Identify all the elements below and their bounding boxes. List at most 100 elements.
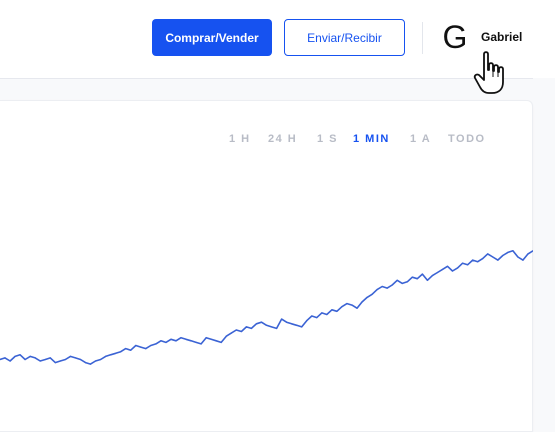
price-point <box>265 324 268 326</box>
price-point <box>446 265 449 267</box>
price-point <box>100 358 102 361</box>
price-point <box>14 355 16 357</box>
price-point <box>381 285 383 288</box>
price-point <box>441 268 444 270</box>
price-point <box>105 355 107 357</box>
price-point <box>230 332 232 334</box>
price-point <box>482 258 484 260</box>
price-point <box>497 259 499 261</box>
price-point <box>130 349 132 351</box>
price-point <box>215 340 217 342</box>
price-point <box>477 261 479 263</box>
price-point <box>311 315 313 317</box>
price-point <box>431 275 433 277</box>
price-point <box>175 340 177 342</box>
price-point <box>366 296 368 298</box>
price-point <box>160 340 162 342</box>
price-point <box>411 276 413 278</box>
price-point <box>24 358 26 361</box>
price-point <box>361 301 363 303</box>
price-point <box>331 309 333 311</box>
price-series-line <box>0 250 533 365</box>
price-point <box>74 357 76 359</box>
price-point <box>235 329 237 331</box>
price-point <box>140 346 142 348</box>
price-point <box>260 321 263 323</box>
price-point <box>396 279 398 281</box>
price-point <box>155 343 157 345</box>
price-point <box>316 317 318 319</box>
price-point <box>467 264 469 266</box>
price-point <box>451 270 454 272</box>
price-point <box>69 355 71 357</box>
price-point <box>527 253 529 255</box>
price-point <box>225 335 227 337</box>
price-point <box>150 344 152 347</box>
price-point <box>205 337 207 339</box>
price-point <box>4 357 6 359</box>
header-divider <box>422 22 423 54</box>
price-point <box>64 358 66 361</box>
price-point <box>120 351 122 353</box>
send-receive-button[interactable]: Enviar/Recibir <box>284 19 405 56</box>
price-point <box>406 281 408 283</box>
price-point <box>145 348 147 350</box>
price-point <box>336 310 338 312</box>
price-point <box>457 267 459 269</box>
price-point <box>94 360 97 362</box>
price-point <box>301 326 303 328</box>
page-background <box>533 78 555 417</box>
price-point <box>507 251 509 253</box>
username-label[interactable]: Gabriel <box>481 30 522 44</box>
price-point <box>270 326 273 328</box>
price-point <box>49 357 51 359</box>
price-point <box>502 254 504 257</box>
price-point <box>421 273 423 275</box>
price-point <box>115 352 117 354</box>
price-point <box>286 321 288 323</box>
price-line-chart <box>0 250 533 365</box>
price-point <box>386 287 388 289</box>
price-point <box>170 338 172 340</box>
price-point <box>487 253 489 255</box>
price-point <box>426 279 428 281</box>
price-point <box>165 341 167 343</box>
price-point <box>195 341 197 343</box>
price-point <box>220 341 222 343</box>
price-point <box>240 330 242 333</box>
hand-pointer-icon <box>473 51 504 94</box>
price-point <box>276 327 278 329</box>
price-point <box>34 357 36 359</box>
price-point <box>89 363 92 365</box>
price-point <box>376 289 378 291</box>
price-point <box>522 259 524 261</box>
price-point <box>512 250 514 252</box>
price-point <box>291 323 293 325</box>
price-point <box>351 304 353 306</box>
price-point <box>346 303 348 305</box>
price-point <box>306 320 308 322</box>
price-point <box>9 360 11 362</box>
price-point <box>29 355 31 357</box>
price-point <box>401 282 403 284</box>
price-point <box>79 358 82 361</box>
price-point <box>44 358 46 361</box>
price-point <box>19 354 21 356</box>
price-point <box>462 262 464 264</box>
price-point <box>135 344 137 347</box>
price-point <box>210 338 212 340</box>
price-point <box>416 278 418 280</box>
price-point <box>321 312 323 314</box>
price-point <box>250 327 252 329</box>
price-point <box>59 360 61 362</box>
price-point <box>54 362 56 364</box>
price-point <box>125 348 127 350</box>
buy-sell-button[interactable]: Comprar/Vender <box>152 19 272 56</box>
price-point <box>190 340 192 342</box>
price-point <box>84 362 87 364</box>
price-point <box>39 360 41 362</box>
price-point <box>492 256 494 258</box>
price-point <box>296 324 298 326</box>
avatar[interactable]: G <box>440 19 470 55</box>
price-point <box>185 338 187 340</box>
